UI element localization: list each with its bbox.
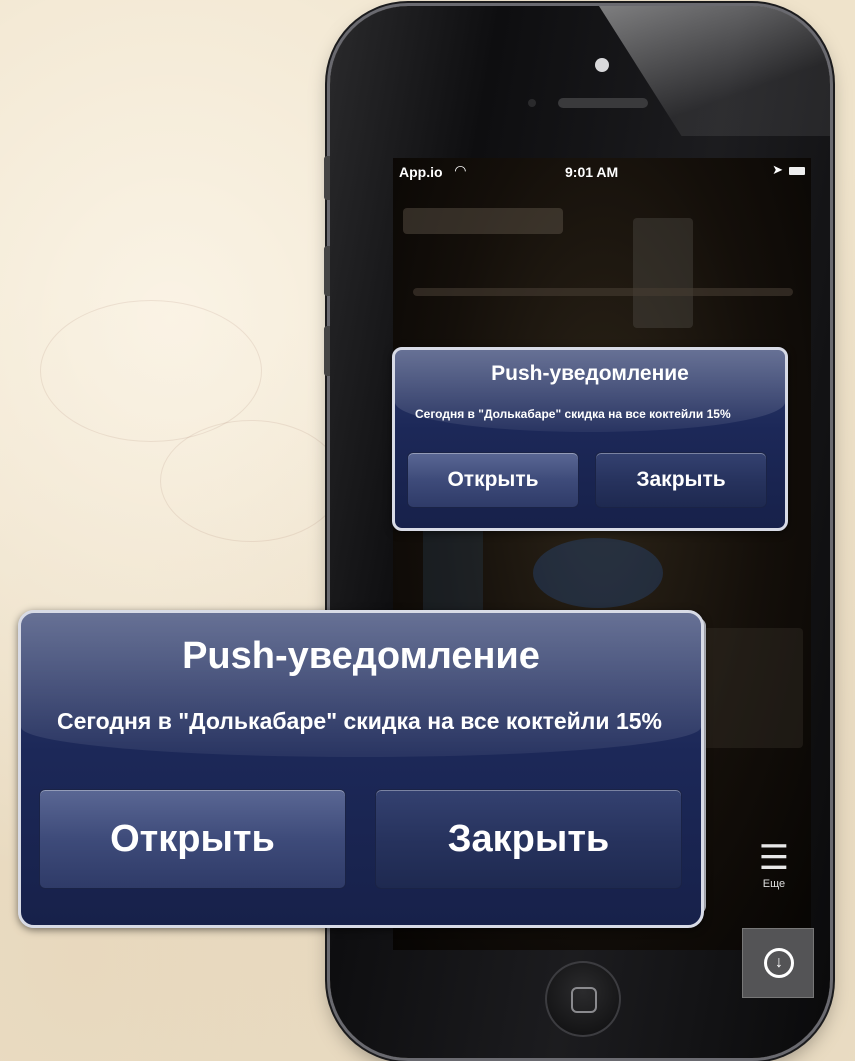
- download-icon: ↓: [764, 948, 794, 978]
- background-texture: [40, 300, 262, 442]
- mute-switch: [324, 156, 330, 200]
- push-alert-large: Push-уведомление Сегодня в "Долькабаре" …: [18, 610, 704, 928]
- close-button[interactable]: Закрыть: [595, 452, 767, 508]
- battery-icon: [789, 167, 805, 175]
- sensor-icon: [528, 99, 536, 107]
- close-button[interactable]: Закрыть: [375, 789, 682, 889]
- alert-message: Сегодня в "Долькабаре" скидка на все кок…: [415, 407, 731, 421]
- alert-title: Push-уведомление: [182, 635, 540, 677]
- bar-shelf: [413, 288, 793, 296]
- tab-more-label: Еще: [762, 878, 786, 890]
- volume-up-button: [324, 246, 330, 296]
- phone-gloss: [599, 6, 830, 136]
- home-square-icon: [571, 987, 597, 1013]
- bar-globe-decor: [533, 538, 663, 608]
- front-camera-icon: [595, 58, 609, 72]
- home-button[interactable]: [545, 961, 621, 1037]
- earpiece-speaker: [558, 98, 648, 108]
- clock-time: 9:01 AM: [565, 164, 619, 180]
- alert-message: Сегодня в "Долькабаре" скидка на все кок…: [57, 708, 662, 734]
- location-arrow-icon: ➤: [772, 162, 783, 177]
- status-bar: App.io ◠ 9:01 AM ➤: [393, 158, 811, 184]
- volume-down-button: [324, 326, 330, 376]
- wifi-icon: ◠: [455, 162, 466, 178]
- download-button[interactable]: ↓: [742, 928, 814, 998]
- push-alert-small: Push-уведомление Сегодня в "Долькабаре" …: [392, 347, 788, 531]
- tab-more[interactable]: ☰ Еще: [743, 838, 805, 898]
- open-button[interactable]: Открыть: [407, 452, 579, 508]
- bar-lamp: [633, 218, 693, 328]
- alert-title: Push-уведомление: [491, 362, 689, 385]
- open-button[interactable]: Открыть: [39, 789, 346, 889]
- background-texture: [160, 420, 342, 542]
- bar-sign: [403, 208, 563, 234]
- carrier-label: App.io: [399, 164, 443, 180]
- menu-list-icon: ☰: [758, 839, 790, 877]
- bar-chair: [693, 628, 803, 748]
